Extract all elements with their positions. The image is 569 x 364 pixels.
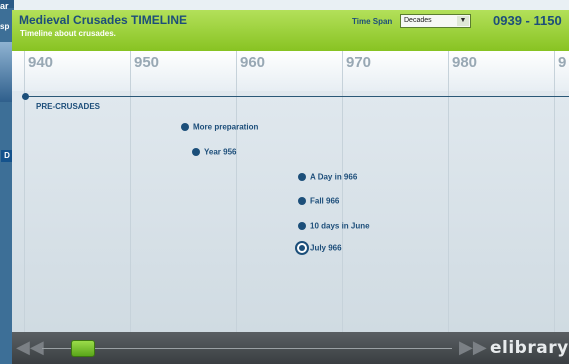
fast-forward-icon[interactable]: ▶▶ bbox=[459, 339, 487, 357]
timeline-app: Medieval Crusades TIMELINE Timeline abou… bbox=[12, 10, 569, 364]
timeline-start-marker[interactable] bbox=[22, 93, 29, 100]
timeline-body[interactable] bbox=[12, 91, 569, 332]
timeline-event[interactable]: A Day in 966 bbox=[298, 168, 357, 186]
decade-label: 970 bbox=[346, 54, 372, 71]
elibrary-logo: elibrary bbox=[490, 338, 569, 358]
screen: ar sp D Medieval Crusades TIMELINE Timel… bbox=[0, 0, 569, 364]
decade-gridline bbox=[236, 51, 237, 332]
timeline-header: Medieval Crusades TIMELINE Timeline abou… bbox=[12, 10, 569, 51]
timeline-footer: ◀◀ ▶▶ elibrary bbox=[12, 332, 569, 364]
event-marker[interactable] bbox=[298, 196, 306, 205]
timeline-event[interactable]: More preparation bbox=[181, 118, 258, 136]
event-marker[interactable] bbox=[298, 221, 306, 230]
timeline-subtitle: Timeline about crusades. bbox=[20, 29, 116, 38]
decade-gridline bbox=[554, 51, 555, 332]
selected-event-marker[interactable] bbox=[295, 240, 309, 255]
decade-gridline bbox=[448, 51, 449, 332]
event-marker[interactable] bbox=[181, 122, 189, 131]
decade-label: 940 bbox=[28, 54, 54, 71]
event-label[interactable]: Year 956 bbox=[204, 147, 236, 156]
event-label[interactable]: 10 days in June bbox=[310, 221, 370, 230]
timeline-scrubber-track[interactable] bbox=[42, 348, 452, 349]
event-marker[interactable] bbox=[192, 147, 200, 156]
time-span-label: Time Span bbox=[352, 17, 393, 26]
decade-ruler: 940 950 960 970 980 9 bbox=[12, 51, 569, 91]
timeline-event[interactable]: 10 days in June bbox=[298, 217, 370, 235]
timeline-event[interactable]: Fall 966 bbox=[298, 192, 339, 210]
timeline-event[interactable]: Year 956 bbox=[192, 143, 236, 161]
background-window-side-text: sp bbox=[0, 22, 10, 31]
date-range: 0939 - 1150 bbox=[493, 13, 562, 28]
event-label[interactable]: More preparation bbox=[193, 122, 258, 131]
event-label[interactable]: A Day in 966 bbox=[310, 172, 357, 181]
decade-label: 960 bbox=[240, 54, 266, 71]
event-label[interactable]: July 966 bbox=[310, 243, 342, 252]
decade-gridline bbox=[342, 51, 343, 332]
dropdown-arrow-icon[interactable]: ▼ bbox=[457, 16, 469, 26]
timeline-scrubber-thumb[interactable] bbox=[70, 340, 95, 357]
era-label: PRE-CRUSADES bbox=[36, 102, 101, 111]
time-span-value: Decades bbox=[404, 17, 432, 24]
decade-label: 980 bbox=[452, 54, 478, 71]
decade-label: 950 bbox=[134, 54, 160, 71]
rewind-icon[interactable]: ◀◀ bbox=[16, 339, 44, 357]
event-marker[interactable] bbox=[298, 172, 306, 181]
time-span-select[interactable]: Decades ▼ bbox=[400, 14, 471, 28]
timeline-title: Medieval Crusades TIMELINE bbox=[19, 13, 188, 27]
event-label[interactable]: Fall 966 bbox=[310, 196, 339, 205]
timeline-event-selected[interactable]: July 966 bbox=[295, 239, 342, 257]
timeline-axis bbox=[22, 96, 569, 97]
decade-label: 9 bbox=[558, 54, 567, 71]
background-window-title-fragment: ar bbox=[0, 1, 9, 11]
decade-gridline bbox=[130, 51, 131, 332]
